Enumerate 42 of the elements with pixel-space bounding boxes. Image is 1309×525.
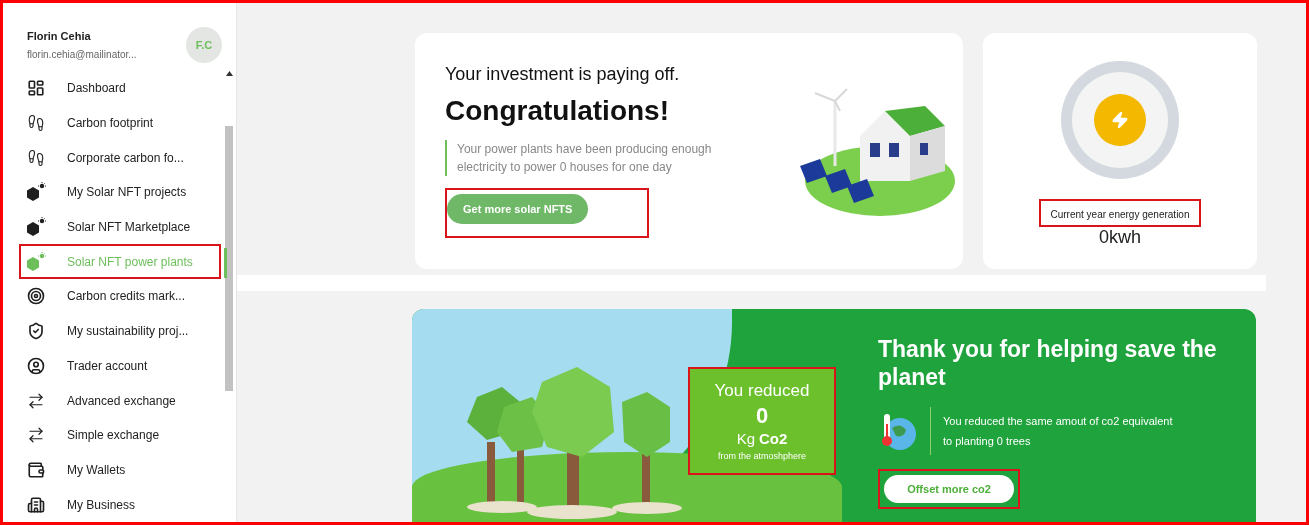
nav-item[interactable]: My Wallets: [21, 460, 126, 479]
nav-item[interactable]: Advanced exchange: [21, 391, 176, 410]
hexagon-sun-icon: [25, 217, 47, 238]
exchange-arrows-icon: [27, 391, 45, 410]
nav-item[interactable]: Simple exchange: [21, 426, 160, 445]
card-subtitle: Your investment is paying off.: [445, 63, 681, 86]
nav-item[interactable]: Dashboard: [21, 79, 126, 98]
unit-label: Co2: [759, 428, 788, 449]
user-circle-icon: [27, 356, 45, 375]
banner-description: You reduced the same amout of co2 equivalent to planting 0 trees: [930, 406, 1180, 455]
unit-prefix: Kg: [736, 428, 755, 449]
nav-item[interactable]: Solar NFT Marketplace: [21, 217, 191, 238]
footprints-icon: [27, 148, 45, 167]
reduced-note: from the atmoshphere: [717, 450, 806, 464]
energy-label: Current year energy generation: [1050, 209, 1190, 220]
nav-item[interactable]: My sustainability proj...: [21, 322, 189, 341]
scroll-up-icon[interactable]: [225, 71, 233, 76]
wallet-icon: [27, 460, 45, 479]
nav-item[interactable]: Carbon footprint: [21, 114, 154, 133]
target-icon: [27, 287, 45, 306]
building-icon: [27, 495, 45, 514]
hexagon-sun-icon: [25, 182, 47, 203]
card-description: Your power plants have been producing enough electricity to power 0 houses for one day: [445, 140, 735, 176]
nav-item[interactable]: Trader account: [21, 356, 148, 375]
nav-item[interactable]: My Business: [21, 495, 136, 514]
footprints-icon: [27, 114, 45, 133]
user-name: Florin Cehia: [27, 28, 92, 44]
nav-item[interactable]: Carbon credits mark...: [21, 287, 186, 306]
shield-icon: [27, 322, 45, 341]
active-indicator: [224, 248, 227, 279]
nav-item[interactable]: Corporate carbon fo...: [21, 148, 184, 167]
user-email: florin.cehia@mailinator...: [27, 48, 137, 63]
exchange-arrows-icon: [27, 426, 45, 445]
card-title: Congratulations!: [445, 94, 670, 128]
hexagon-sun-icon: [25, 251, 47, 272]
reduced-title: You reduced: [714, 380, 810, 403]
dashboard-icon: [27, 79, 45, 98]
lightning-icon: [1111, 111, 1129, 129]
nav-item[interactable]: My Solar NFT projects: [21, 182, 187, 203]
energy-value: 0kwh: [1099, 227, 1141, 247]
reduced-value: 0: [755, 403, 769, 428]
banner-title: Thank you for helping save the planet: [878, 334, 1218, 391]
